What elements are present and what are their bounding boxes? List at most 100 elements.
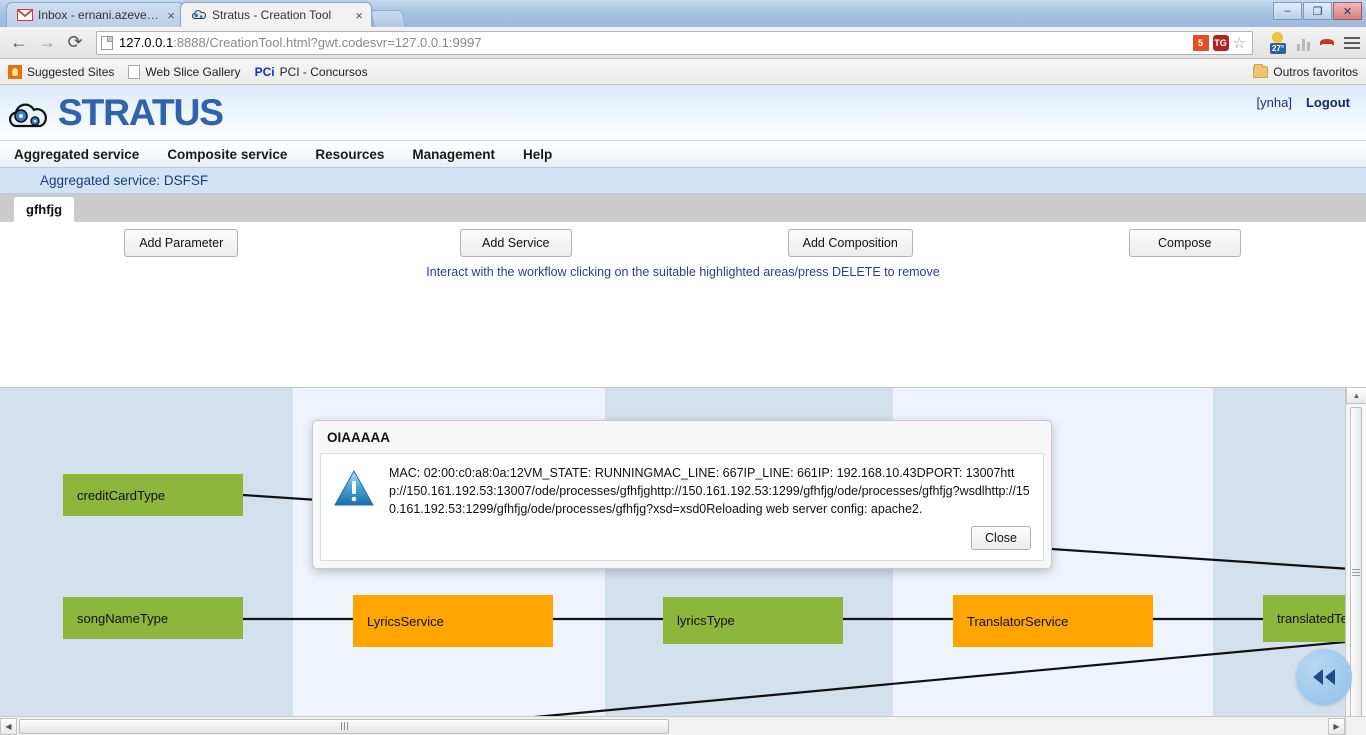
dialog-actions: Close <box>333 518 1031 551</box>
minimize-button[interactable]: – <box>1273 2 1302 20</box>
url-text: 127.0.0.1:8888/CreationTool.html?gwt.cod… <box>119 35 1193 50</box>
add-composition-button[interactable]: Add Composition <box>787 229 913 257</box>
main-nav: Aggregated service Composite service Res… <box>0 140 1366 168</box>
tab-label: gfhfjg <box>26 202 63 217</box>
app-header: STRATUS [ynha] Logout <box>0 85 1366 140</box>
pci-icon: PCi <box>254 64 275 79</box>
nav-item-resources[interactable]: Resources <box>315 147 384 162</box>
dialog-close-button[interactable]: Close <box>971 526 1031 551</box>
nav-item-management[interactable]: Management <box>412 147 495 162</box>
url-rest: :8888/CreationTool.html?gwt.codesvr=127.… <box>173 35 482 50</box>
bookmark-star-icon[interactable]: ☆ <box>1233 34 1246 52</box>
nav-item-aggregated-service[interactable]: Aggregated service <box>14 147 139 162</box>
dialog-title: OIAAAAA <box>327 430 390 445</box>
app-logo-text: STRATUS <box>58 91 224 133</box>
close-icon[interactable]: × <box>167 9 175 22</box>
dialog-body: MAC: 02:00:c0:a8:0a:12VM_STATE: RUNNINGM… <box>320 453 1044 562</box>
grip-icon <box>340 722 348 730</box>
add-service-button[interactable]: Add Service <box>459 229 572 257</box>
workflow-node-lyricsType[interactable]: lyricsType <box>663 597 843 644</box>
add-parameter-button[interactable]: Add Parameter <box>124 229 239 257</box>
workflow-node-LyricsService[interactable]: LyricsService <box>353 595 553 647</box>
username-label: [ynha] <box>1256 95 1292 110</box>
toolbar-slot-1: Add Parameter <box>14 229 349 257</box>
grip-icon <box>1352 568 1360 576</box>
workflow-hint: Interact with the workflow clicking on t… <box>426 265 940 279</box>
bookmark-suggested-sites[interactable]: Suggested Sites <box>8 64 115 79</box>
workflow-node-label: creditCardType <box>77 487 166 503</box>
url-host: 127.0.0.1 <box>119 35 174 50</box>
scrollbar-corner <box>1345 716 1366 735</box>
toolbar-slot-2: Add Service <box>349 229 684 257</box>
window-close-button[interactable]: ✕ <box>1333 2 1362 20</box>
weather-icon[interactable]: 27° <box>1267 31 1289 54</box>
rewind-icon <box>1313 669 1335 685</box>
workflow-tabstrip: gfhfjg <box>0 194 1366 222</box>
tampermonkey-icon[interactable]: TG <box>1212 34 1229 51</box>
browser-tab-stratus[interactable]: Stratus - Creation Tool × <box>180 2 372 27</box>
address-bar[interactable]: 127.0.0.1:8888/CreationTool.html?gwt.cod… <box>96 30 1253 55</box>
nav-item-help[interactable]: Help <box>523 147 552 162</box>
page-icon <box>128 64 141 79</box>
bulb-icon <box>8 64 22 79</box>
dialog-content: MAC: 02:00:c0:a8:0a:12VM_STATE: RUNNINGM… <box>333 464 1031 518</box>
back-icon[interactable]: ← <box>6 30 32 56</box>
user-area: [ynha] Logout <box>1257 95 1350 110</box>
window-controls: – ❐ ✕ <box>1273 2 1362 20</box>
workflow-node-label: TranslatorService <box>967 613 1069 629</box>
new-tab-button[interactable] <box>370 10 406 27</box>
bookmark-label: Web Slice Gallery <box>145 64 241 79</box>
scroll-left-arrow-icon[interactable]: ◀ <box>0 717 17 735</box>
horizontal-scrollbar[interactable]: ◀ ▶ <box>0 716 1345 735</box>
page-info-icon[interactable] <box>101 35 113 50</box>
nav-item-composite-service[interactable]: Composite service <box>167 147 287 162</box>
toolbar-panel: Add Parameter Add Service Add Compositio… <box>14 222 1352 284</box>
maximize-button[interactable]: ❐ <box>1303 2 1332 20</box>
workflow-node-songNameType[interactable]: songNameType <box>63 597 243 639</box>
weather-temp: 27° <box>1269 42 1287 54</box>
forward-icon[interactable]: → <box>34 30 60 56</box>
bookmark-label: PCI - Concursos <box>279 64 368 79</box>
tab-gfhfjg[interactable]: gfhfjg <box>14 197 75 222</box>
browser-tab-title: Stratus - Creation Tool <box>212 8 332 22</box>
browser-titlebar: Inbox - ernani.azevedo@g × Stratus - Cre… <box>0 0 1366 27</box>
toolbar-slot-4: Compose <box>1018 229 1353 257</box>
dialog-message: MAC: 02:00:c0:a8:0a:12VM_STATE: RUNNINGM… <box>389 466 1030 517</box>
toolbar-row: Add Parameter Add Service Add Compositio… <box>14 222 1352 264</box>
bookmark-label: Suggested Sites <box>27 64 115 79</box>
address-bar-icons: 5 TG ☆ <box>1192 34 1248 52</box>
logout-link[interactable]: Logout <box>1306 95 1350 110</box>
scroll-up-arrow-icon[interactable]: ▲ <box>1346 387 1366 404</box>
page-content: STRATUS [ynha] Logout Aggregated service… <box>0 85 1366 735</box>
sofa-icon[interactable] <box>1318 33 1336 52</box>
horizontal-scroll-thumb[interactable] <box>19 718 669 734</box>
other-bookmarks-folder[interactable]: Outros favoritos <box>1253 63 1358 79</box>
bookmark-pci-concursos[interactable]: PCi PCI - Concursos <box>255 65 368 79</box>
breadcrumb: Aggregated service: DSFSF <box>0 168 1366 194</box>
rewind-button[interactable] <box>1296 649 1352 705</box>
warning-icon <box>333 468 375 513</box>
folder-icon <box>1253 63 1269 78</box>
analytics-bars-icon[interactable] <box>1297 35 1310 51</box>
reload-icon[interactable]: ⟳ <box>62 30 88 56</box>
alert-dialog: OIAAAAA MAC: 02:00:c0:a8:0a:12VM_STATE: … <box>312 420 1052 570</box>
chrome-menu-icon[interactable] <box>1344 36 1360 49</box>
workflow-node-TranslatorService[interactable]: TranslatorService <box>953 595 1153 647</box>
breadcrumb-text: Aggregated service: DSFSF <box>40 173 209 188</box>
bookmark-web-slice-gallery[interactable]: Web Slice Gallery <box>128 64 241 79</box>
vertical-scroll-thumb[interactable] <box>1350 407 1362 735</box>
scroll-right-arrow-icon[interactable]: ▶ <box>1328 717 1345 735</box>
close-icon[interactable]: × <box>355 9 363 22</box>
toolbar-slot-3: Add Composition <box>683 229 1018 257</box>
workflow-node-label: LyricsService <box>367 613 444 629</box>
browser-tab-inbox[interactable]: Inbox - ernani.azevedo@g × <box>6 2 184 27</box>
app-logo[interactable]: STRATUS <box>6 91 224 134</box>
compose-button[interactable]: Compose <box>1128 229 1241 257</box>
horizontal-scroll-track[interactable] <box>17 718 1328 735</box>
other-bookmarks-label: Outros favoritos <box>1273 64 1358 79</box>
gmail-icon <box>17 7 33 23</box>
extension-icons: 27° <box>1261 31 1360 54</box>
workflow-node-creditCardType[interactable]: creditCardType <box>63 474 243 516</box>
workflow-node-label: songNameType <box>77 610 169 626</box>
html5-icon[interactable]: 5 <box>1192 34 1209 51</box>
